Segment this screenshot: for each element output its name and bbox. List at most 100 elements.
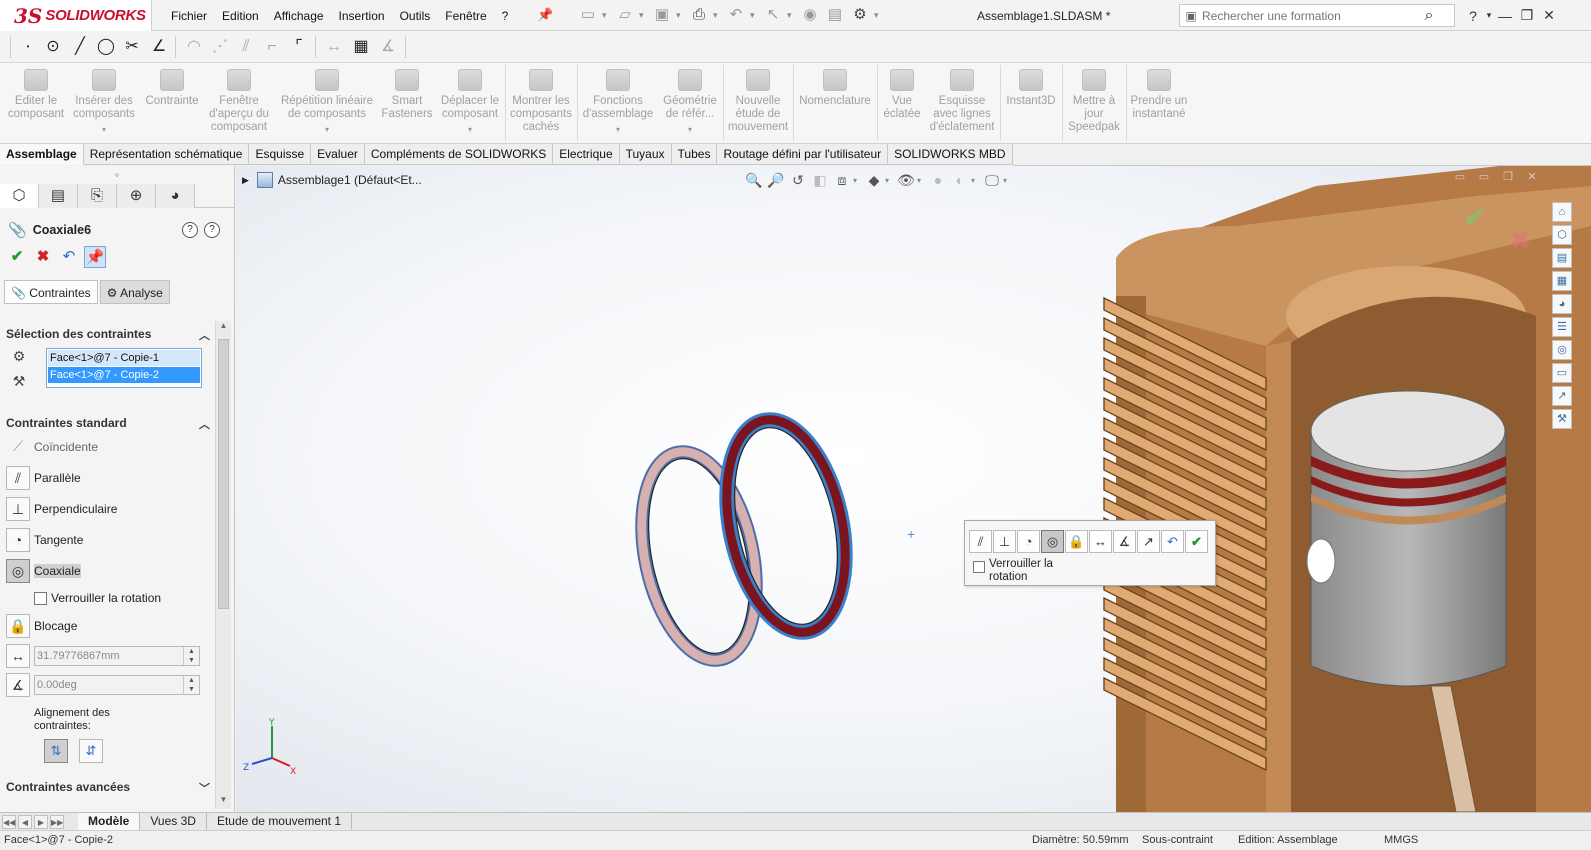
last-tab-icon[interactable]: ▶▶: [50, 814, 64, 829]
checkbox-icon[interactable]: [34, 591, 47, 605]
aligned-icon[interactable]: ⇅: [44, 739, 68, 763]
popup-undo-icon[interactable]: ↶: [1161, 530, 1184, 553]
menu-outils[interactable]: Outils: [400, 9, 431, 23]
panel-grip[interactable]: ⚬: [0, 166, 234, 184]
circle-center-icon[interactable]: ⊙: [43, 37, 63, 57]
cmd-new-motion-study[interactable]: Nouvelle étude de mouvement: [726, 63, 790, 144]
appearances-icon[interactable]: ◕: [1552, 294, 1572, 314]
list-item[interactable]: Face<1>@7 - Copie-1: [48, 350, 200, 366]
section-advanced-mates[interactable]: Contraintes avancées ﹀: [6, 780, 212, 798]
open-folder-icon[interactable]: ▱: [614, 5, 636, 25]
chevron-down-icon[interactable]: ▾: [658, 123, 722, 136]
cmd-explode-line-sketch[interactable]: Esquisse avec lignes d'éclatement: [926, 63, 998, 144]
ok-check-icon[interactable]: ✔: [6, 246, 28, 268]
edit-appearance-icon[interactable]: ●: [927, 170, 949, 190]
cancel-x-icon[interactable]: ✖: [32, 246, 54, 268]
solidworks-forum-icon[interactable]: ↗: [1552, 386, 1572, 406]
mate-parallel[interactable]: ⫽ Parallèle: [6, 466, 81, 490]
section-view-icon[interactable]: ◧: [809, 170, 831, 190]
chevron-down-icon[interactable]: ▾: [436, 123, 504, 136]
file-explorer-icon[interactable]: ▦: [1552, 271, 1572, 291]
restore-icon[interactable]: ❐: [1516, 7, 1538, 24]
print-icon[interactable]: ⎙: [688, 5, 710, 25]
panel-scrollbar[interactable]: ▲ ▼: [215, 321, 231, 809]
help-question-icon[interactable]: ?: [204, 222, 220, 238]
file-properties-icon[interactable]: ▤: [824, 5, 846, 25]
configuration-manager-tab-icon[interactable]: ⎘: [78, 184, 117, 208]
multi-mate-icon[interactable]: ⚒: [8, 373, 30, 395]
search-box[interactable]: ▣ ⌕: [1179, 4, 1455, 27]
menu-fichier[interactable]: Fichier: [171, 9, 207, 23]
tab-mbd[interactable]: SOLIDWORKS MBD: [888, 144, 1013, 165]
search-input[interactable]: [1202, 8, 1418, 23]
line-icon[interactable]: ╱: [70, 37, 90, 57]
search-icon[interactable]: ⌕: [1418, 7, 1440, 25]
chevron-down-icon[interactable]: ▾: [580, 123, 656, 136]
new-dropdown-icon[interactable]: ▾: [602, 5, 610, 25]
tab-3d-views[interactable]: Vues 3D: [140, 813, 207, 830]
view-settings-icon[interactable]: 🖵: [981, 170, 1003, 190]
chevron-down-icon[interactable]: ▾: [917, 176, 923, 185]
mate-perpendicular[interactable]: ⊥ Perpendiculaire: [6, 497, 117, 521]
rebuild-icon[interactable]: ◉: [799, 5, 821, 25]
cmd-update-speedpak[interactable]: Mettre à jour Speedpak: [1064, 63, 1124, 144]
popup-ok-icon[interactable]: ✔: [1185, 530, 1208, 553]
popup-perpendicular-icon[interactable]: ⊥: [993, 530, 1016, 553]
section-mate-selections[interactable]: Sélection des contraintes ︿: [6, 327, 212, 345]
angle-field[interactable]: 0.00deg ▲ ▼: [34, 675, 200, 695]
mate-distance[interactable]: ↔: [6, 644, 34, 668]
tab-sketch[interactable]: Esquisse: [249, 144, 312, 165]
spinner-icon[interactable]: ▲ ▼: [183, 676, 199, 694]
options-gear-icon[interactable]: ⚙: [849, 5, 871, 25]
piston-ring-2[interactable]: [709, 409, 863, 644]
resources-icon[interactable]: ⬡: [1552, 225, 1572, 245]
popup-distance-icon[interactable]: ↔: [1089, 530, 1112, 553]
tab-electrical[interactable]: Electrique: [553, 144, 620, 165]
chevron-down-icon[interactable]: ▾: [971, 176, 977, 185]
popup-lock-rotation[interactable]: Verrouiller la rotation: [973, 558, 1069, 584]
mate-lock[interactable]: 🔒 Blocage: [6, 614, 77, 638]
whats-wrong-icon[interactable]: ?: [182, 222, 198, 238]
chevron-down-icon[interactable]: ▾: [70, 123, 138, 136]
viewport-close-icon[interactable]: ✕: [1520, 170, 1544, 183]
horizontal-dimension-icon[interactable]: ↔: [324, 37, 344, 57]
first-tab-icon[interactable]: ◀◀: [2, 814, 16, 829]
cmd-assembly-features[interactable]: Fonctions d'assemblage ▾: [580, 63, 656, 144]
custom-properties-icon[interactable]: ☰: [1552, 317, 1572, 337]
zoom-area-icon[interactable]: 🔎: [765, 170, 787, 190]
feature-manager-tab-icon[interactable]: ⬡: [0, 184, 39, 208]
anti-aligned-icon[interactable]: ⇵: [79, 739, 103, 763]
next-tab-icon[interactable]: ▶: [34, 814, 48, 829]
pin-menu-icon[interactable]: 📌: [537, 7, 553, 23]
cmd-bom[interactable]: Nomenclature: [796, 63, 874, 144]
prev-tab-icon[interactable]: ◀: [18, 814, 32, 829]
undo-dropdown-icon[interactable]: ▾: [750, 5, 758, 25]
display-manager-tab-icon[interactable]: ◕: [156, 184, 195, 208]
help-icon[interactable]: ?: [1462, 8, 1484, 24]
minimize-icon[interactable]: —: [1494, 8, 1516, 24]
graphics-area[interactable]: ▶ Assemblage1 (Défaut<Et... 🔍 🔎 ↺ ◧ ⧈ ▾ ◆…: [236, 166, 1591, 812]
apply-scene-icon[interactable]: ◐: [949, 170, 971, 190]
tree-root-name[interactable]: Assemblage1: [278, 173, 351, 187]
scroll-down-icon[interactable]: ▼: [216, 795, 231, 809]
cmd-show-hidden[interactable]: Montrer les composants cachés: [508, 63, 574, 144]
chevron-down-icon[interactable]: ﹀: [199, 780, 210, 796]
toolbox-icon[interactable]: ⚒: [1552, 409, 1572, 429]
menu-affichage[interactable]: Affichage: [274, 9, 324, 23]
help-dropdown-icon[interactable]: ▾: [1484, 10, 1494, 21]
dimxpert-tab-icon[interactable]: ⊕: [117, 184, 156, 208]
cmd-insert-components[interactable]: Insérer des composants ▾: [70, 63, 138, 144]
menu-insertion[interactable]: Insertion: [339, 9, 385, 23]
tab-motion-study[interactable]: Etude de mouvement 1: [207, 813, 353, 830]
tab-model[interactable]: Modèle: [78, 813, 141, 830]
cmd-smart-fasteners[interactable]: Smart Fasteners: [380, 63, 434, 144]
options-dropdown-icon[interactable]: ▾: [874, 5, 882, 25]
tab-tubing[interactable]: Tubes: [671, 144, 718, 165]
piston-ring-1[interactable]: [624, 441, 774, 671]
tab-addins[interactable]: Compléments de SOLIDWORKS: [364, 144, 554, 165]
mate-concentric[interactable]: ◎ Coaxiale: [6, 559, 81, 583]
cmd-reference-geometry[interactable]: Géométrie de référ... ▾: [658, 63, 722, 144]
cmd-edit-component[interactable]: Editer le composant: [4, 63, 68, 144]
viewport-maximize-icon[interactable]: ❐: [1496, 170, 1520, 183]
menu-edition[interactable]: Edition: [222, 9, 259, 23]
